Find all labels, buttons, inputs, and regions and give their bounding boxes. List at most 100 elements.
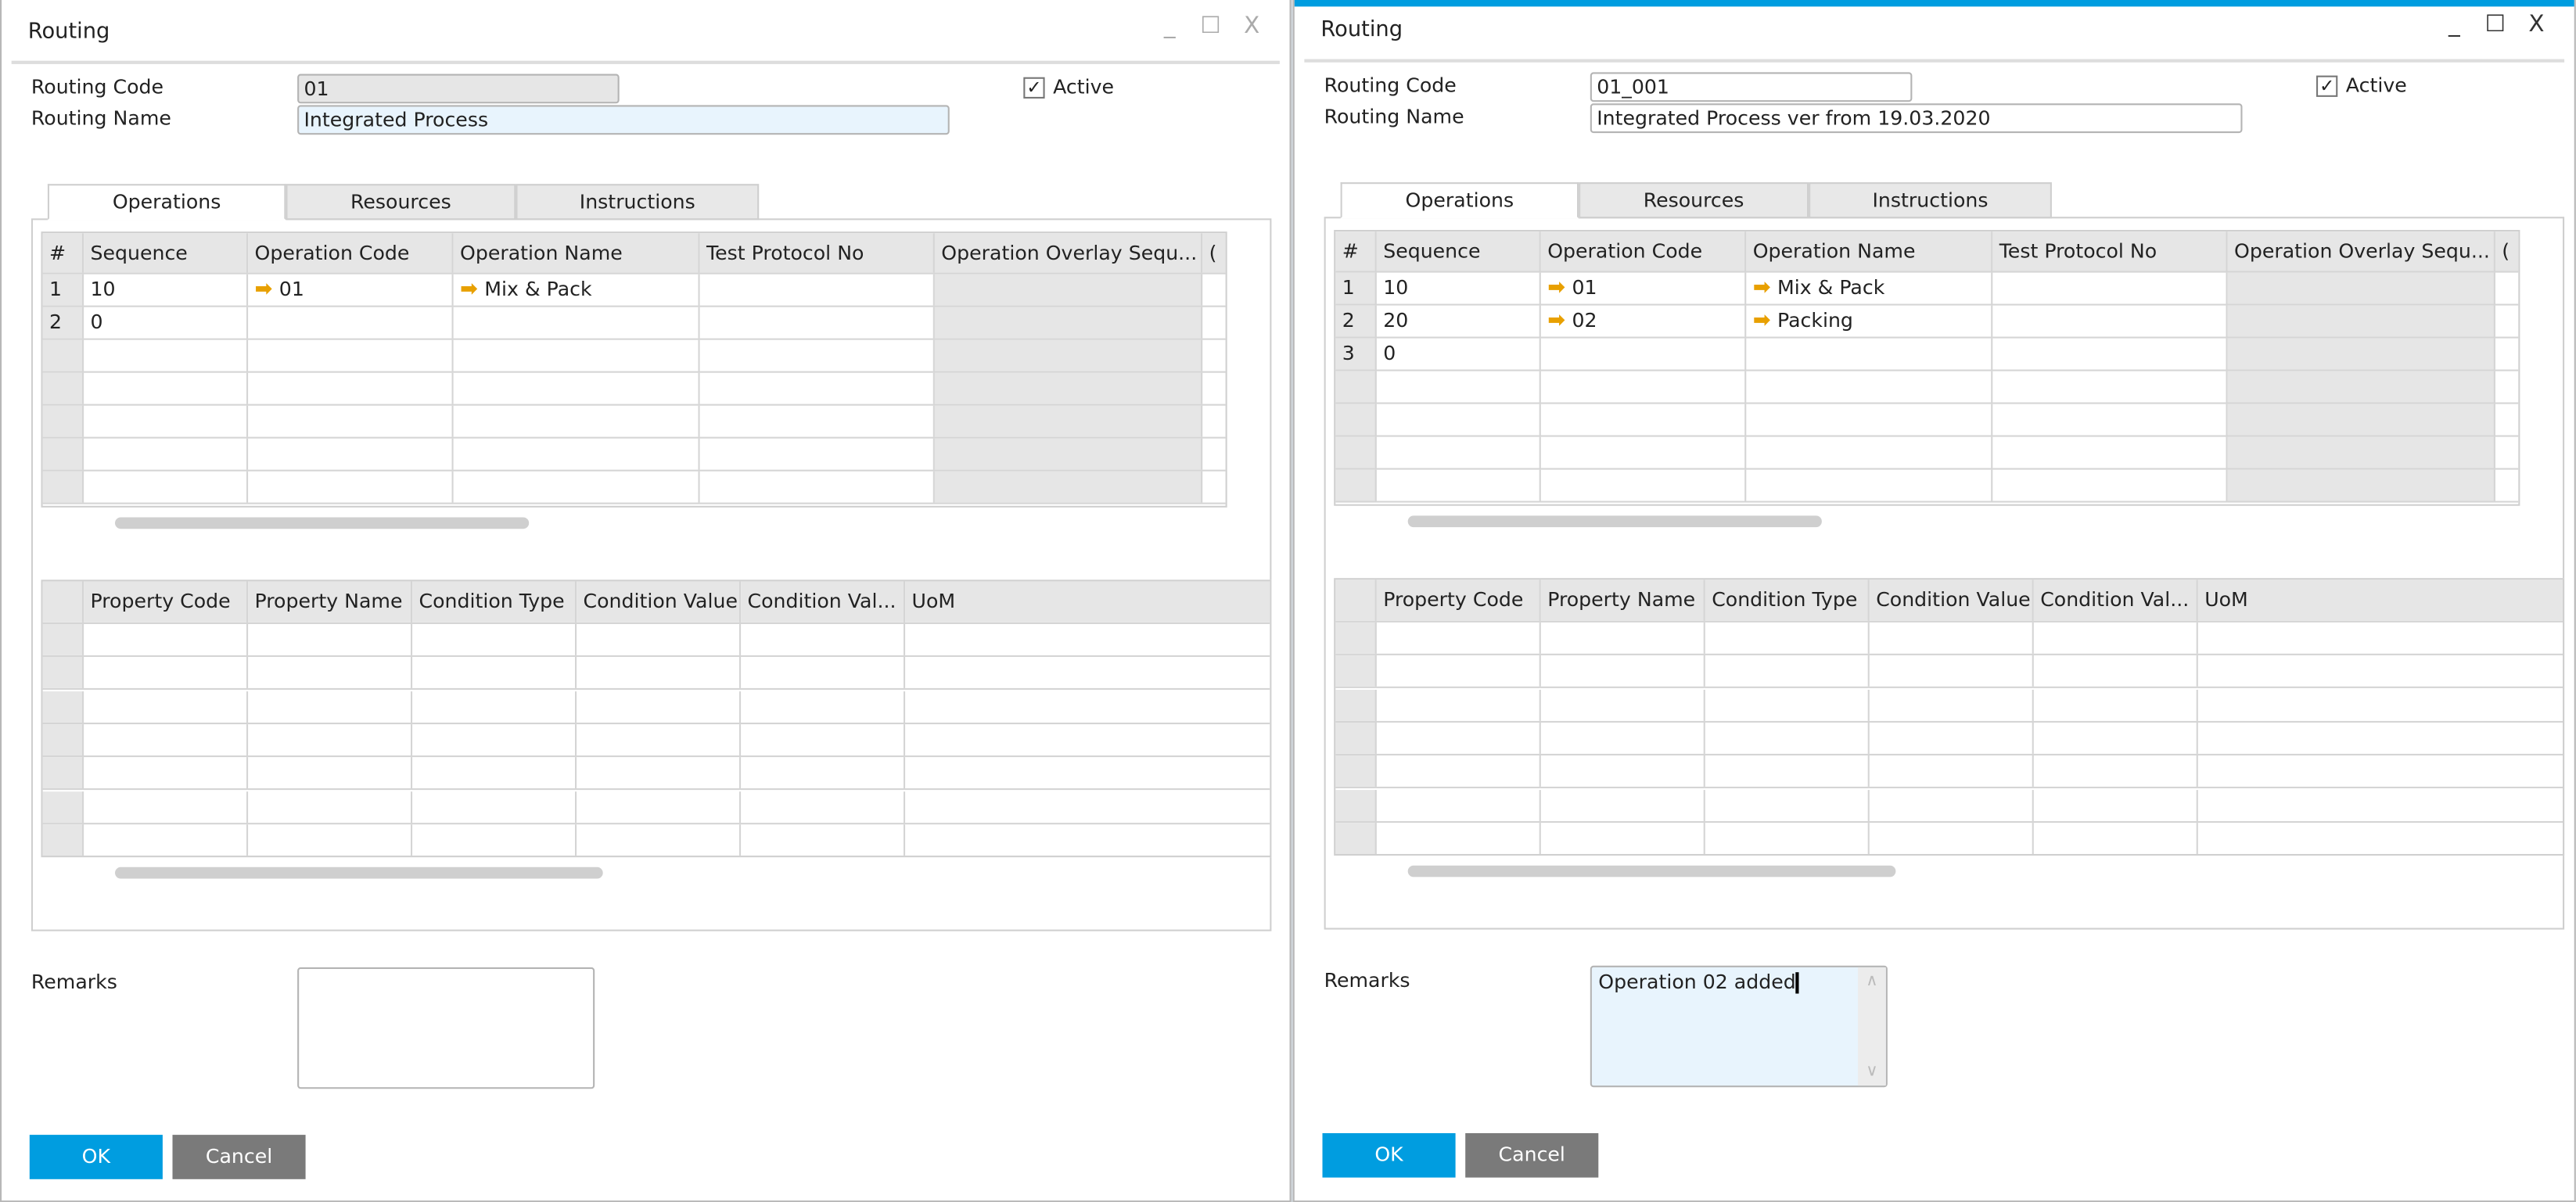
property-cell[interactable] — [905, 724, 1270, 755]
property-cell[interactable] — [1870, 722, 2034, 754]
active-checkbox[interactable]: ✓ — [2316, 75, 2338, 97]
operation-code-cell[interactable] — [248, 307, 454, 339]
sequence-cell[interactable] — [84, 339, 249, 371]
operation-name-cell[interactable] — [454, 405, 700, 437]
table-row[interactable] — [42, 691, 1270, 724]
property-cell[interactable] — [577, 791, 742, 823]
property-cell[interactable] — [1705, 789, 1870, 820]
column-header[interactable]: Condition Value — [577, 581, 742, 623]
test-protocol-cell[interactable] — [1992, 436, 2228, 468]
column-header[interactable]: Sequence — [1376, 231, 1541, 271]
sequence-cell[interactable] — [1377, 469, 1541, 501]
extra-cell[interactable] — [2495, 404, 2518, 436]
table-row[interactable] — [1335, 436, 2519, 470]
test-protocol-cell[interactable] — [700, 405, 935, 437]
extra-cell[interactable] — [2495, 470, 2518, 501]
property-cell[interactable] — [2034, 789, 2198, 820]
test-protocol-cell[interactable] — [700, 471, 935, 503]
property-cell[interactable] — [1705, 722, 1870, 754]
property-cell[interactable] — [1870, 689, 2034, 721]
table-row[interactable] — [1335, 622, 2563, 655]
sequence-cell[interactable]: 20 — [1377, 305, 1541, 337]
table-row[interactable] — [1335, 755, 2563, 789]
sequence-cell[interactable]: 0 — [84, 307, 249, 339]
table-row[interactable] — [1335, 689, 2563, 723]
test-protocol-cell[interactable] — [1992, 305, 2228, 337]
table-row[interactable] — [1335, 371, 2519, 404]
column-header[interactable]: Condition Val... — [2033, 579, 2198, 621]
extra-cell[interactable] — [1202, 373, 1225, 404]
property-cell[interactable] — [1541, 722, 1705, 754]
operation-code-cell[interactable]: ➡ 02 — [1541, 305, 1747, 337]
cancel-button[interactable]: Cancel — [172, 1135, 306, 1179]
table-row[interactable] — [42, 791, 1270, 824]
property-cell[interactable] — [84, 791, 249, 823]
sequence-cell[interactable] — [1377, 404, 1541, 436]
operation-code-cell[interactable] — [248, 438, 454, 470]
table-row[interactable] — [42, 623, 1270, 657]
column-header[interactable]: Operation Name — [1746, 231, 1993, 271]
property-cell[interactable] — [577, 691, 742, 723]
operation-code-cell[interactable] — [1541, 404, 1747, 436]
operation-code-cell[interactable] — [1541, 371, 1747, 403]
column-header[interactable]: Property Code — [84, 581, 249, 623]
property-cell[interactable] — [2198, 656, 2563, 687]
property-cell[interactable] — [905, 691, 1270, 722]
operation-code-cell[interactable]: ➡ 01 — [248, 274, 454, 306]
property-cell[interactable] — [1541, 622, 1705, 654]
routing-code-input[interactable]: 01_001 — [1590, 72, 1913, 102]
property-cell[interactable] — [905, 791, 1270, 822]
test-protocol-cell[interactable] — [1992, 272, 2228, 304]
property-cell[interactable] — [1541, 655, 1705, 687]
property-cell[interactable] — [84, 823, 249, 856]
property-cell[interactable] — [412, 691, 577, 723]
property-cell[interactable] — [1705, 655, 1870, 687]
column-header[interactable]: ( — [1202, 233, 1226, 273]
property-cell[interactable] — [248, 657, 413, 689]
table-row[interactable] — [1335, 722, 2563, 755]
operation-name-cell[interactable]: ➡ Mix & Pack — [1746, 272, 1993, 304]
test-protocol-cell[interactable] — [1992, 371, 2228, 403]
tab-instructions[interactable]: Instructions — [1809, 182, 2052, 219]
column-header[interactable]: Operation Name — [453, 233, 700, 273]
property-cell[interactable] — [2034, 622, 2198, 654]
test-protocol-cell[interactable] — [1992, 469, 2228, 501]
link-arrow-icon[interactable]: ➡ — [255, 274, 273, 306]
operation-code-cell[interactable] — [248, 471, 454, 503]
overlay-sequence-cell[interactable] — [2227, 371, 2495, 403]
sequence-cell[interactable] — [84, 471, 249, 503]
table-row[interactable] — [42, 339, 1226, 373]
property-cell[interactable] — [248, 723, 413, 755]
property-cell[interactable] — [905, 757, 1270, 788]
property-cell[interactable] — [2034, 722, 2198, 754]
property-cell[interactable] — [741, 757, 906, 789]
extra-cell[interactable] — [2495, 371, 2518, 403]
operation-name-cell[interactable] — [1746, 338, 1993, 370]
property-cell[interactable] — [84, 691, 249, 723]
property-cell[interactable] — [1705, 622, 1870, 654]
column-header[interactable]: Test Protocol No — [1992, 231, 2228, 271]
operation-name-cell[interactable] — [454, 307, 700, 339]
table-row[interactable] — [1335, 822, 2563, 854]
property-cell[interactable] — [1377, 655, 1541, 687]
horizontal-scrollbar[interactable] — [1407, 865, 1896, 877]
overlay-sequence-cell[interactable] — [2227, 272, 2495, 304]
property-cell[interactable] — [1870, 822, 2034, 854]
operation-name-cell[interactable] — [454, 438, 700, 470]
property-cell[interactable] — [1870, 622, 2034, 654]
property-cell[interactable] — [2034, 822, 2198, 854]
property-cell[interactable] — [84, 723, 249, 755]
column-header[interactable]: Condition Val... — [741, 581, 906, 623]
property-cell[interactable] — [248, 623, 413, 655]
sequence-cell[interactable]: 0 — [1377, 338, 1541, 370]
table-row[interactable]: 1 10 ➡ 01 ➡ Mix & Pack — [42, 274, 1226, 307]
table-row[interactable] — [42, 823, 1270, 856]
maximize-button[interactable]: ☐ — [1195, 13, 1227, 40]
overlay-sequence-cell[interactable] — [934, 339, 1203, 371]
remarks-textarea[interactable] — [297, 967, 595, 1089]
property-cell[interactable] — [84, 623, 249, 655]
tab-instructions[interactable]: Instructions — [516, 184, 760, 221]
property-cell[interactable] — [905, 658, 1270, 689]
property-cell[interactable] — [412, 757, 577, 789]
extra-cell[interactable] — [1202, 340, 1225, 371]
